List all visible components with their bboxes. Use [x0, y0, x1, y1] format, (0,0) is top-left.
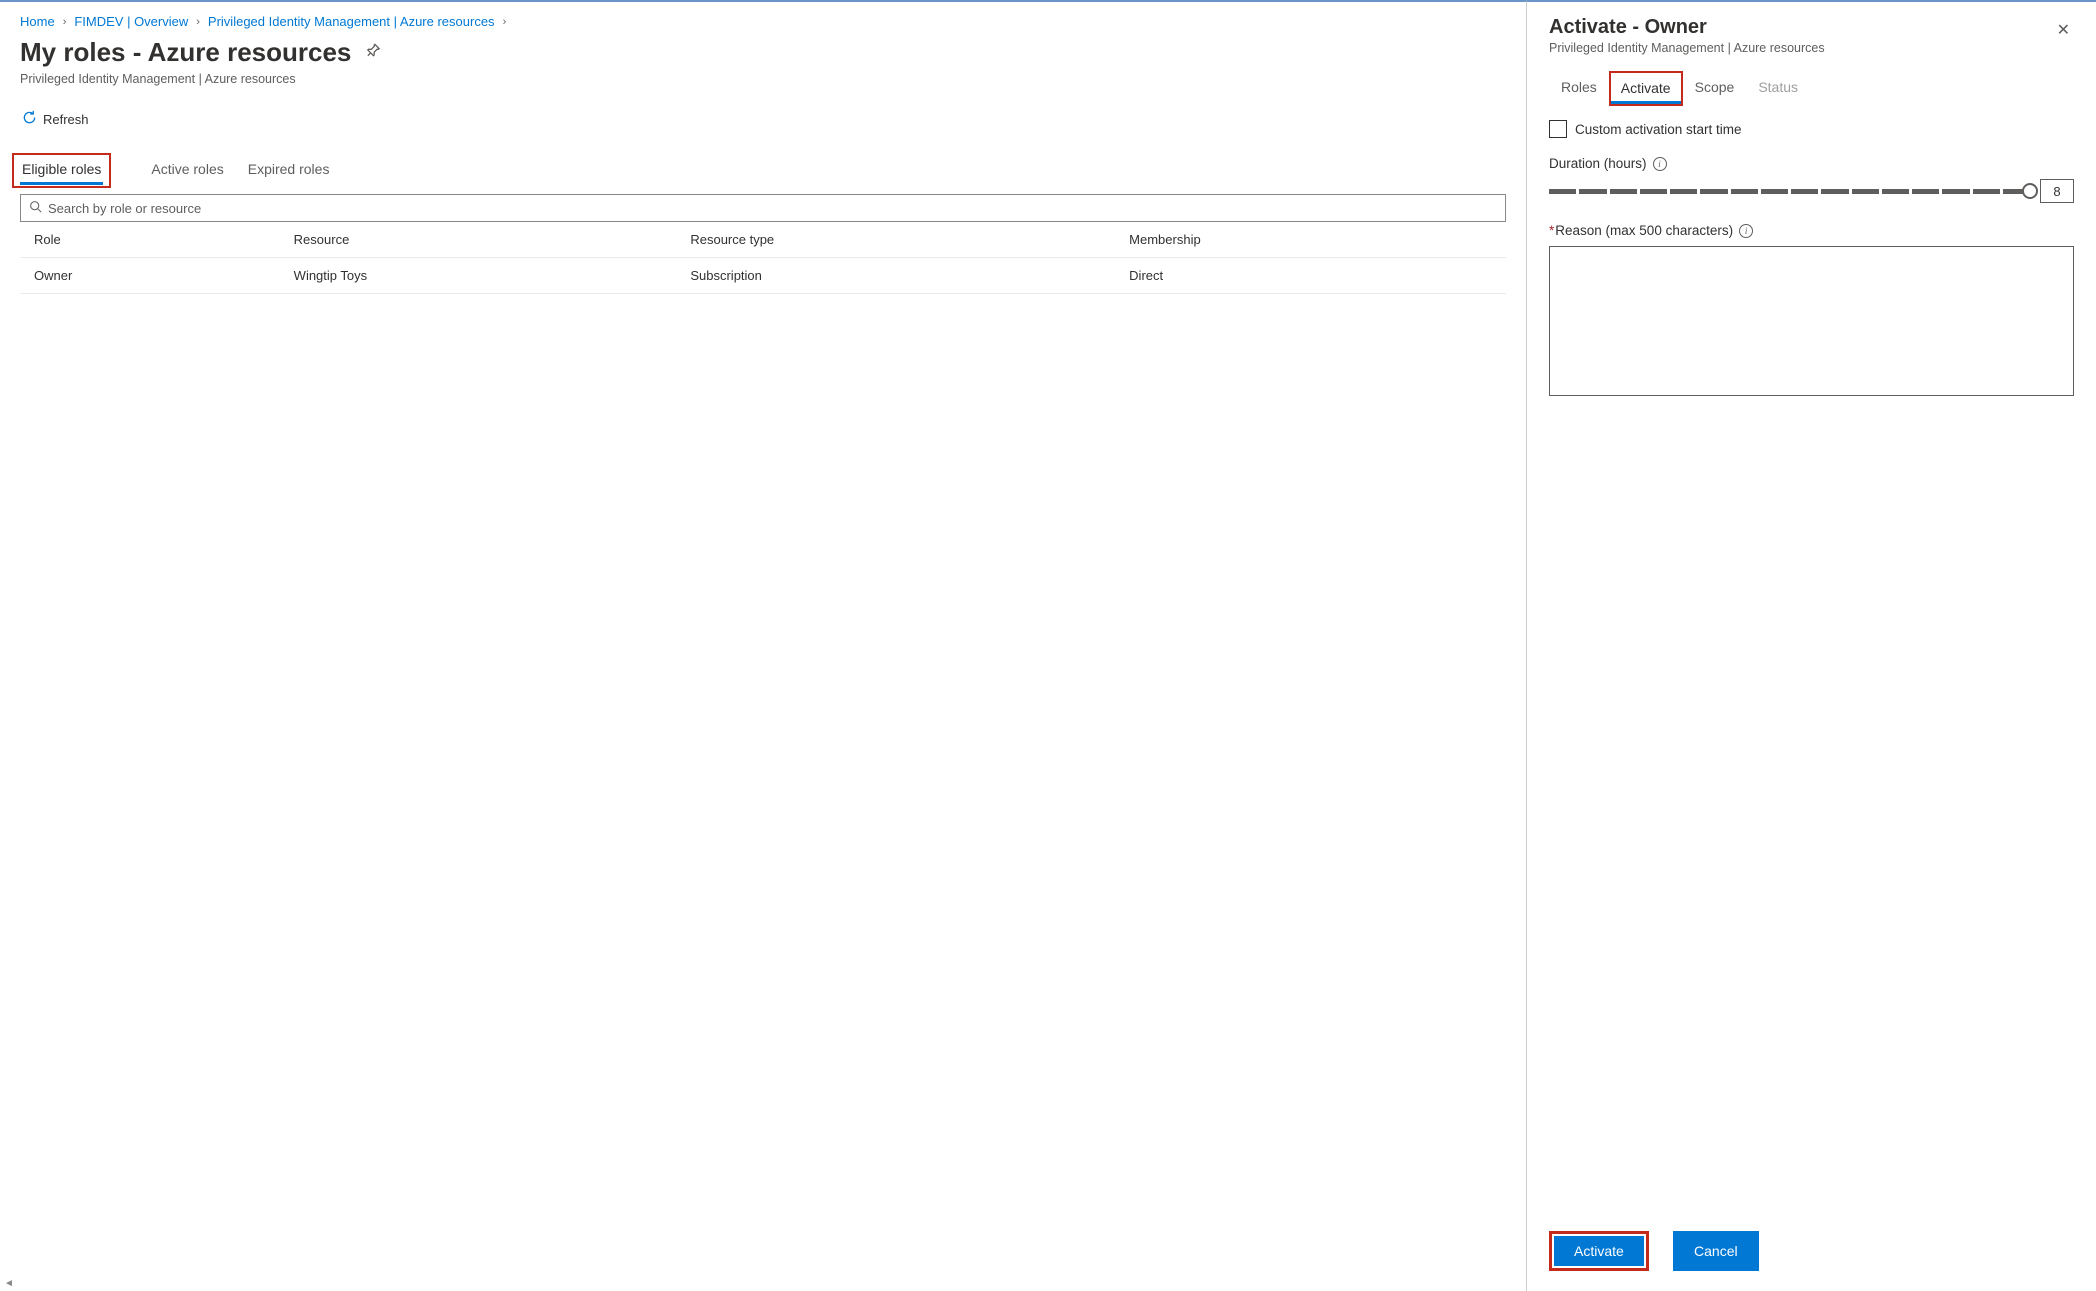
scroll-left-icon[interactable]: ◄ — [4, 1278, 14, 1289]
pin-icon[interactable] — [358, 39, 384, 65]
panel-tab-roles[interactable]: Roles — [1549, 71, 1609, 106]
breadcrumb: Home › FIMDEV | Overview › Privileged Id… — [20, 14, 1506, 29]
panel-tab-status: Status — [1746, 71, 1810, 106]
info-icon[interactable]: i — [1653, 157, 1667, 171]
close-icon: ✕ — [2057, 22, 2070, 39]
search-box[interactable] — [20, 194, 1506, 222]
duration-slider[interactable] — [1549, 181, 2030, 201]
breadcrumb-home[interactable]: Home — [20, 14, 55, 29]
main-content: Home › FIMDEV | Overview › Privileged Id… — [0, 0, 1526, 1291]
search-icon — [29, 200, 42, 216]
tab-expired-roles[interactable]: Expired roles — [248, 153, 330, 188]
col-role[interactable]: Role — [20, 222, 282, 258]
panel-tabs: Roles Activate Scope Status — [1527, 59, 2096, 106]
breadcrumb-pim[interactable]: Privileged Identity Management | Azure r… — [208, 14, 495, 29]
cell-resource: Wingtip Toys — [282, 258, 679, 294]
duration-label: Duration (hours) i — [1549, 156, 2074, 171]
breadcrumb-fimdev[interactable]: FIMDEV | Overview — [74, 14, 188, 29]
panel-subtitle: Privileged Identity Management | Azure r… — [1549, 41, 2053, 55]
tab-active-roles[interactable]: Active roles — [151, 153, 223, 188]
col-membership[interactable]: Membership — [1117, 222, 1506, 258]
chevron-right-icon: › — [196, 16, 200, 28]
cell-resource-type: Subscription — [678, 258, 1117, 294]
cell-role: Owner — [20, 258, 282, 294]
custom-start-label: Custom activation start time — [1575, 122, 1742, 137]
col-resource[interactable]: Resource — [282, 222, 679, 258]
panel-tab-scope[interactable]: Scope — [1683, 71, 1747, 106]
page-subtitle: Privileged Identity Management | Azure r… — [20, 72, 1506, 86]
slider-thumb[interactable] — [2022, 183, 2038, 199]
page-title: My roles - Azure resources — [20, 37, 351, 68]
close-button[interactable]: ✕ — [2053, 16, 2074, 44]
roles-table: Role Resource Resource type Membership O… — [20, 222, 1506, 294]
cancel-button[interactable]: Cancel — [1673, 1231, 1759, 1271]
custom-start-checkbox[interactable] — [1549, 120, 1567, 138]
chevron-right-icon: › — [503, 16, 507, 28]
duration-value[interactable]: 8 — [2040, 179, 2074, 203]
main-tabs: Eligible roles Active roles Expired role… — [20, 153, 1506, 188]
col-resource-type[interactable]: Resource type — [678, 222, 1117, 258]
panel-title: Activate - Owner — [1549, 16, 2053, 39]
chevron-right-icon: › — [63, 16, 67, 28]
refresh-icon — [22, 110, 37, 129]
reason-label: *Reason (max 500 characters) i — [1549, 223, 2074, 238]
reason-textarea[interactable] — [1549, 246, 2074, 396]
info-icon[interactable]: i — [1739, 224, 1753, 238]
refresh-button[interactable]: Refresh — [20, 106, 91, 133]
search-input[interactable] — [48, 201, 1497, 216]
refresh-label: Refresh — [43, 112, 89, 127]
tab-eligible-roles[interactable]: Eligible roles — [20, 155, 103, 185]
activate-panel: Activate - Owner Privileged Identity Man… — [1526, 0, 2096, 1291]
table-row[interactable]: Owner Wingtip Toys Subscription Direct — [20, 258, 1506, 294]
cell-membership: Direct — [1117, 258, 1506, 294]
panel-tab-activate[interactable]: Activate — [1611, 73, 1681, 104]
activate-button[interactable]: Activate — [1554, 1236, 1644, 1266]
